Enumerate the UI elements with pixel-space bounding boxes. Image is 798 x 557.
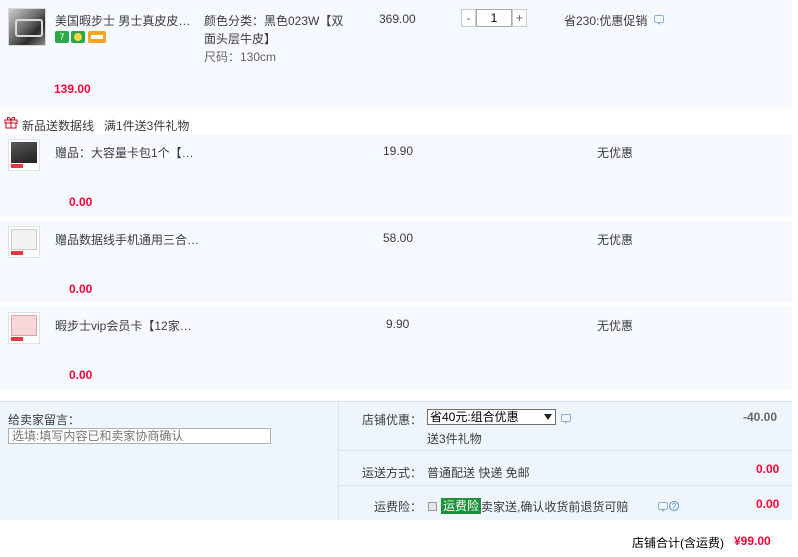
- gift-item-title-link[interactable]: 赠品：大容量卡包1个【…: [55, 144, 194, 161]
- gift-item-row: 暇步士vip会员卡【12家… 9.90 无优惠 0.00: [0, 307, 792, 389]
- insurance-badge: 运费险: [441, 498, 482, 514]
- gift-item-thumbnail[interactable]: [8, 139, 40, 171]
- shipping-label: 运送方式：: [362, 466, 423, 480]
- credit-card-icon[interactable]: [88, 31, 106, 43]
- gift-item-promotion: 无优惠: [597, 319, 634, 333]
- shipping-method: 普通配送 快递 免邮: [427, 466, 530, 480]
- promotion-info-icon[interactable]: [654, 15, 664, 25]
- product-title-link[interactable]: 美国暇步士 男士真皮皮…: [55, 12, 190, 29]
- shop-discount-selected: 省40元:组合优惠: [430, 410, 519, 424]
- gift-item-title-link[interactable]: 暇步士vip会员卡【12家…: [55, 317, 192, 334]
- insurance-value: 0.00: [756, 497, 780, 511]
- quantity-input[interactable]: [476, 9, 512, 27]
- sku-size: 尺码：130cm: [204, 50, 277, 64]
- sku-color-continued: 面头层牛皮】: [204, 32, 277, 46]
- guarantee-icon[interactable]: [71, 31, 85, 43]
- gift-item-subtotal: 0.00: [69, 368, 93, 382]
- belt-product-thumbnail[interactable]: [8, 8, 46, 46]
- gift-campaign-name: 新品送数据线: [22, 119, 95, 133]
- gift-item-promotion: 无优惠: [597, 233, 634, 247]
- shop-discount-label: 店铺优惠：: [362, 413, 423, 427]
- discount-info-icon[interactable]: [561, 414, 571, 424]
- insurance-info-icon[interactable]: [658, 502, 668, 512]
- gift-item-price: 9.90: [386, 317, 410, 331]
- gift-item-row: 赠品：大容量卡包1个【… 19.90 无优惠 0.00: [0, 134, 792, 216]
- gift-item-thumbnail[interactable]: [8, 312, 40, 344]
- shop-discount-select[interactable]: 省40元:组合优惠: [427, 409, 556, 425]
- shop-discount-note: 送3件礼物: [427, 432, 482, 446]
- gift-item-promotion: 无优惠: [597, 146, 634, 160]
- quantity-decrease-button[interactable]: -: [461, 9, 476, 27]
- shop-discount-value: -40.00: [743, 410, 778, 424]
- gift-item-subtotal: 0.00: [69, 195, 93, 209]
- chevron-down-icon: [544, 414, 552, 420]
- 7-day-return-icon[interactable]: 7: [55, 31, 69, 43]
- unit-price: 369.00: [379, 12, 416, 26]
- gift-item-thumbnail[interactable]: [8, 226, 40, 258]
- insurance-description: 卖家送,确认收货前退货可赔: [481, 500, 629, 514]
- item-promotion: 省230:优惠促销: [564, 14, 648, 28]
- gift-item-price: 58.00: [383, 231, 414, 245]
- gift-item-title-link[interactable]: 赠品数据线手机通用三合…: [55, 231, 199, 248]
- item-subtotal: 139.00: [54, 82, 91, 96]
- shop-total-value: ¥99.00: [734, 534, 771, 548]
- seller-memo-label: 给卖家留言：: [8, 413, 81, 427]
- order-info-panel: 给卖家留言： 店铺优惠： 省40元:组合优惠 送3件礼物 -40.00 运送方式…: [0, 401, 793, 520]
- gift-item-subtotal: 0.00: [69, 282, 93, 296]
- insurance-label: 运费险：: [374, 500, 423, 514]
- sku-color: 颜色分类：黑色023W【双: [204, 14, 344, 28]
- gift-campaign-rule: 满1件送3件礼物: [104, 119, 190, 133]
- gift-item-price: 19.90: [383, 144, 414, 158]
- gift-item-row: 赠品数据线手机通用三合… 58.00 无优惠 0.00: [0, 221, 792, 303]
- main-item-row: 美国暇步士 男士真皮皮… 7 颜色分类：黑色023W【双 面头层牛皮】 尺码：1…: [0, 0, 792, 108]
- shipping-value: 0.00: [756, 462, 780, 476]
- quantity-increase-button[interactable]: +: [512, 9, 527, 27]
- insurance-checkbox[interactable]: [428, 502, 437, 511]
- shop-total-label: 店铺合计(含运费): [632, 536, 724, 550]
- gift-icon: [4, 116, 18, 129]
- help-icon[interactable]: ?: [669, 501, 679, 511]
- seller-memo-input[interactable]: [8, 428, 271, 444]
